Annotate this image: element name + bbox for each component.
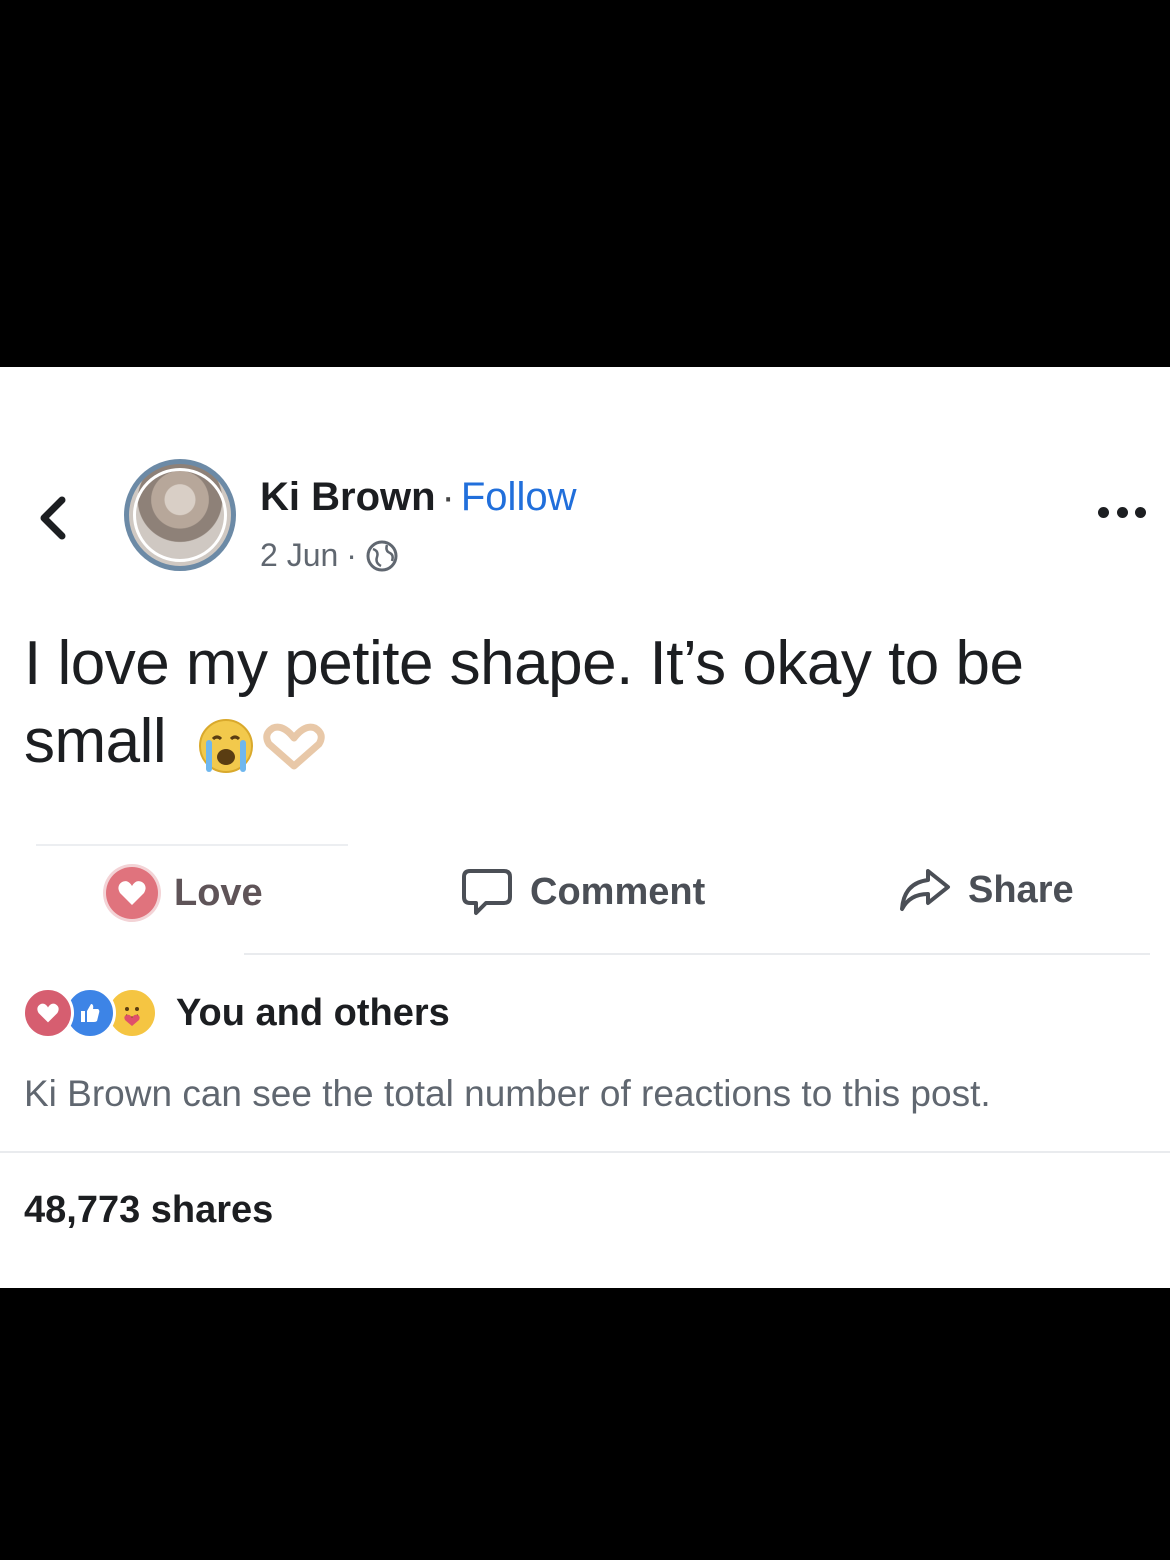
heart-icon [106, 867, 158, 919]
action-bar: Love Comment Share [0, 867, 1170, 937]
comment-icon [462, 869, 512, 915]
post-emojis [197, 717, 327, 775]
author-name[interactable]: Ki Brown [260, 475, 436, 519]
divider [0, 1151, 1170, 1153]
post-text-line-2: small [24, 707, 167, 776]
post-text-line-1: I love my petite shape. It’s okay to be [24, 629, 1024, 698]
comment-button[interactable]: Comment [460, 867, 705, 917]
dot-icon [1135, 507, 1146, 518]
meta-separator: · [346, 537, 357, 573]
shares-count[interactable]: 48,773 shares [24, 1189, 273, 1232]
header-separator: · [441, 475, 455, 519]
heart-hands-icon [263, 723, 325, 770]
crying-face-icon [198, 718, 253, 773]
love-label: Love [174, 871, 263, 914]
love-button[interactable]: Love [106, 867, 263, 919]
post-text-line-2-wrap: small [24, 703, 1144, 781]
post-meta: 2 Jun · [260, 537, 399, 574]
reactions-visibility-note: Ki Brown can see the total number of rea… [24, 1073, 991, 1114]
post-card: Ki Brown · Follow 2 Jun · I love my petite… [0, 367, 1170, 1288]
post-date[interactable]: 2 Jun [260, 537, 338, 574]
comment-label: Comment [530, 870, 706, 913]
chevron-left-icon [40, 496, 66, 540]
share-label: Share [968, 868, 1074, 911]
more-options-button[interactable] [1098, 507, 1146, 521]
share-icon [900, 869, 950, 911]
post-header: Ki Brown · Follow [260, 475, 576, 520]
back-button[interactable] [30, 495, 76, 541]
post-body: I love my petite shape. It’s okay to be … [24, 625, 1144, 781]
avatar[interactable] [124, 459, 236, 571]
globe-icon [366, 540, 398, 571]
divider [36, 844, 348, 846]
reactions-label: You and others [176, 991, 450, 1034]
follow-button[interactable]: Follow [461, 475, 577, 519]
reactions-summary[interactable]: You and others [22, 987, 450, 1039]
dot-icon [1098, 507, 1109, 518]
divider [244, 953, 1150, 955]
dot-icon [1116, 507, 1128, 518]
heart-reaction-icon [22, 987, 74, 1039]
share-button[interactable]: Share [898, 867, 1074, 913]
